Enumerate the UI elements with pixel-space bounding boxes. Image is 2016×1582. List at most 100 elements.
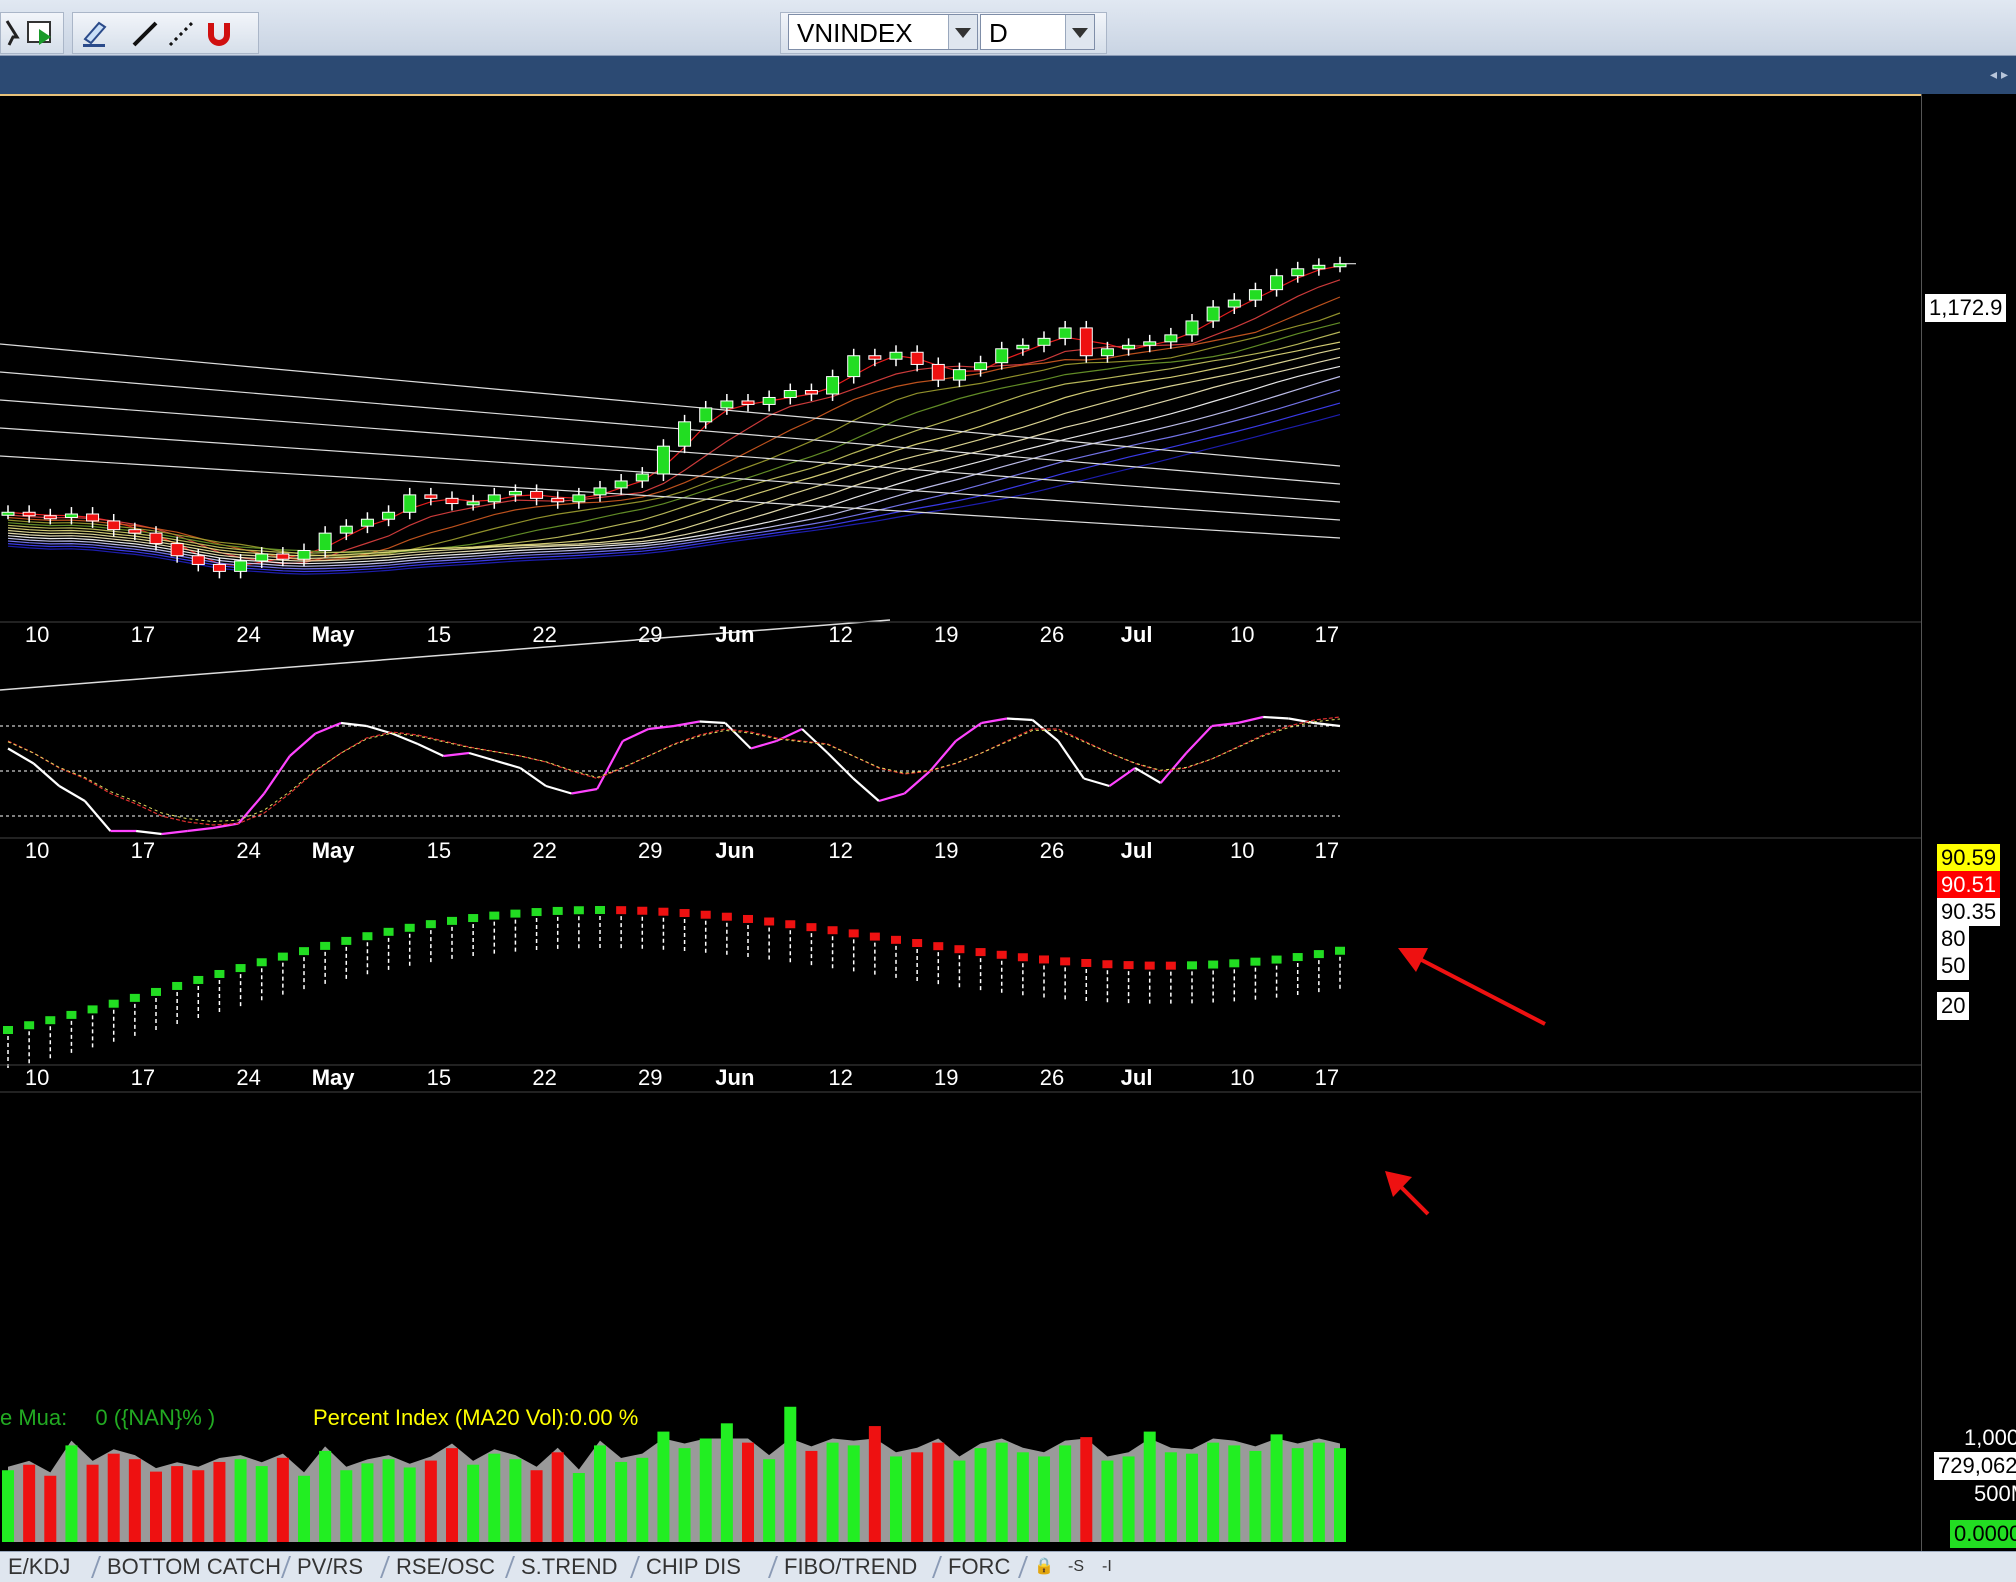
resistance-line: [0, 427, 1341, 521]
chart-area[interactable]: 10 17 24 May 15 22 29 Jun 12 19 26 Jul 10 17 10 17 24 May…: [0, 94, 1921, 1551]
candle: [1100, 348, 1114, 357]
candle: [1079, 327, 1093, 357]
stoch-k-segment: [673, 720, 700, 728]
volume-bar: [742, 1442, 754, 1542]
time-tick-label: 15: [427, 622, 451, 647]
line-tool-icon[interactable]: [129, 17, 161, 49]
osc-candle: [510, 909, 521, 918]
candle: [403, 494, 417, 513]
osc-candle: [425, 920, 436, 929]
time-tick-label: 22: [532, 838, 556, 863]
volume-axis-500m: 500M: [1974, 1481, 2016, 1506]
tab-rse-osc[interactable]: RSE/OSC: [396, 1554, 495, 1580]
tab-button[interactable]: -I: [1102, 1554, 1112, 1580]
stoch-k-segment: [494, 759, 521, 770]
osc-candle: [214, 969, 225, 978]
stoch-label-2: 90.51: [1937, 871, 2001, 899]
volume-bar: [805, 1450, 818, 1542]
time-tick-label: 19: [934, 838, 958, 863]
stoch-k-segment: [237, 792, 265, 825]
candle: [1248, 289, 1262, 301]
stoch-k-segment: [1083, 777, 1110, 788]
osc-candle: [996, 950, 1007, 959]
volume-bar: [699, 1438, 712, 1542]
time-tick-label: Jun: [715, 1065, 754, 1090]
osc-candle: [1208, 960, 1219, 969]
osc-candle: [45, 1016, 56, 1025]
resistance-line: [0, 371, 1341, 485]
candle: [1016, 344, 1030, 350]
symbol-select[interactable]: VNINDEX: [788, 14, 978, 50]
time-tick-label: 26: [1040, 1065, 1064, 1090]
tab-separator: [921, 1556, 943, 1578]
volume-bar: [128, 1459, 141, 1542]
volume-bar: [974, 1448, 987, 1542]
stoch-k-segment: [135, 829, 162, 836]
osc-candle: [912, 939, 923, 948]
volume-bar: [298, 1475, 310, 1542]
candle: [656, 445, 670, 475]
lock-icon[interactable]: 🔒: [1034, 1554, 1054, 1580]
time-tick-label: 17: [1315, 622, 1339, 647]
volume-bar: [213, 1461, 226, 1542]
time-tick-label: 17: [131, 1065, 155, 1090]
volume-bar: [763, 1459, 776, 1542]
volume-bar: [509, 1459, 522, 1542]
drawing-tools-group: [72, 12, 259, 54]
candle: [191, 555, 205, 565]
osc-candle: [320, 941, 331, 950]
candle: [64, 513, 78, 518]
tab-forc[interactable]: FORC: [948, 1554, 1010, 1580]
tab-fibo-trend[interactable]: FIBO/TREND: [784, 1554, 917, 1580]
candle: [1206, 306, 1220, 322]
volume-bar: [255, 1466, 268, 1542]
candle: [614, 480, 628, 489]
time-tick-label: Jul: [1121, 622, 1153, 647]
stoch-k-segment: [314, 721, 342, 735]
osc-candle: [616, 906, 627, 915]
volume-bar: [615, 1461, 628, 1542]
osc-candle: [1187, 961, 1197, 970]
tab-separator: [757, 1556, 779, 1578]
candle: [593, 487, 607, 496]
candle: [1122, 344, 1136, 350]
chevron-down-icon[interactable]: [948, 15, 977, 49]
price-panel: [0, 256, 1356, 691]
time-tick-label: 29: [638, 1065, 662, 1090]
time-tick-label: 12: [828, 838, 852, 863]
volume-bar: [1207, 1442, 1220, 1542]
tab-bottom-catch[interactable]: BOTTOM CATCH: [107, 1554, 281, 1580]
volume-axis-1000m: 1,000M: [1964, 1425, 2016, 1450]
candle: [889, 351, 903, 360]
tab-pv-rs[interactable]: PV/RS: [297, 1554, 363, 1580]
candle: [86, 513, 100, 522]
osc-candle: [1250, 957, 1261, 966]
candle: [276, 553, 290, 560]
tab-s-trend[interactable]: S.TREND: [521, 1554, 618, 1580]
dotted-line-icon[interactable]: [165, 17, 197, 49]
pencil-icon[interactable]: [79, 17, 111, 49]
tab-e-kdj[interactable]: E/KDJ: [8, 1554, 70, 1580]
scroll-arrows-icon[interactable]: ◂ ▸: [1990, 66, 2008, 83]
osc-candle: [743, 914, 753, 923]
interval-select[interactable]: D: [980, 14, 1095, 50]
volume-bar: [720, 1423, 733, 1542]
time-tick-label: 10: [1230, 1065, 1254, 1090]
time-tick-label: Jul: [1121, 838, 1153, 863]
volume-bar: [847, 1445, 860, 1542]
ma-line: [7, 322, 1341, 554]
indicator-tabs: E/KDJ BOTTOM CATCH PV/RS RSE/OSC S.TREND CHIP…: [0, 1551, 2016, 1582]
candle: [720, 400, 734, 409]
stoch-k-segment: [1263, 715, 1289, 720]
play-chart-icon[interactable]: [25, 17, 57, 49]
time-tick-label: 15: [427, 838, 451, 863]
candle: [318, 532, 332, 552]
osc-candle: [235, 964, 246, 973]
magnet-icon[interactable]: [203, 17, 235, 49]
chevron-down-icon[interactable]: [1065, 15, 1094, 49]
osc-candle: [954, 945, 965, 954]
osc-candle: [679, 909, 690, 918]
osc-candle: [193, 975, 204, 984]
tab-button[interactable]: -S: [1068, 1554, 1084, 1580]
tab-chip-dis[interactable]: CHIP DIS: [646, 1554, 741, 1580]
